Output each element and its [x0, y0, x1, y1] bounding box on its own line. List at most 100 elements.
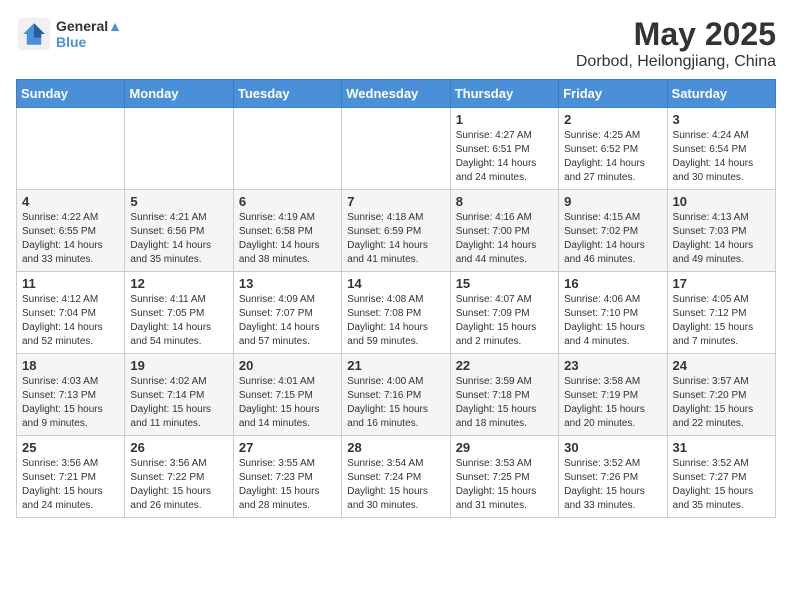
day-number: 14: [347, 276, 444, 291]
day-info: Sunrise: 3:59 AM Sunset: 7:18 PM Dayligh…: [456, 375, 553, 431]
day-number: 30: [564, 440, 661, 455]
title-block: May 2025 Dorbod, Heilongjiang, China: [576, 16, 776, 71]
logo: General▲ Blue: [16, 16, 122, 52]
day-info: Sunrise: 4:22 AM Sunset: 6:55 PM Dayligh…: [22, 211, 119, 267]
calendar-cell: 23 Sunrise: 3:58 AM Sunset: 7:19 PM Dayli…: [559, 354, 667, 436]
day-number: 13: [239, 276, 336, 291]
calendar-cell: 2Sunrise: 4:25 AM Sunset: 6:52 PM Daylig…: [559, 108, 667, 190]
calendar-cell: 19 Sunrise: 4:02 AM Sunset: 7:14 PM Dayli…: [125, 354, 233, 436]
day-info: Sunrise: 4:27 AM Sunset: 6:51 PM Dayligh…: [456, 129, 553, 185]
calendar-cell: 21 Sunrise: 4:00 AM Sunset: 7:16 PM Dayli…: [342, 354, 450, 436]
weekday-header-tuesday: Tuesday: [233, 80, 341, 108]
calendar-week-1: 1 Sunrise: 4:27 AM Sunset: 6:51 PM Daylig…: [17, 108, 776, 190]
day-info: Sunrise: 4:08 AM Sunset: 7:08 PM Dayligh…: [347, 293, 444, 349]
day-info: Sunrise: 3:57 AM Sunset: 7:20 PM Dayligh…: [673, 375, 770, 431]
calendar-cell: 7 Sunrise: 4:18 AM Sunset: 6:59 PM Daylig…: [342, 190, 450, 272]
calendar-cell: 31Sunrise: 3:52 AM Sunset: 7:27 PM Dayli…: [667, 436, 775, 518]
day-number: 22: [456, 358, 553, 373]
day-number: 21: [347, 358, 444, 373]
day-number: 15: [456, 276, 553, 291]
calendar-cell: [125, 108, 233, 190]
calendar-cell: [342, 108, 450, 190]
calendar-cell: 28 Sunrise: 3:54 AM Sunset: 7:24 PM Dayli…: [342, 436, 450, 518]
day-info: Sunrise: 4:00 AM Sunset: 7:16 PM Dayligh…: [347, 375, 444, 431]
logo-icon: [16, 16, 52, 52]
logo-text: General▲ Blue: [56, 18, 122, 50]
weekday-header-monday: Monday: [125, 80, 233, 108]
day-info: Sunrise: 4:25 AM Sunset: 6:52 PM Dayligh…: [564, 129, 661, 185]
day-number: 23: [564, 358, 661, 373]
calendar-cell: 6 Sunrise: 4:19 AM Sunset: 6:58 PM Daylig…: [233, 190, 341, 272]
day-info: Sunrise: 4:12 AM Sunset: 7:04 PM Dayligh…: [22, 293, 119, 349]
calendar-header: SundayMondayTuesdayWednesdayThursdayFrid…: [17, 80, 776, 108]
day-info: Sunrise: 3:54 AM Sunset: 7:24 PM Dayligh…: [347, 457, 444, 513]
day-number: 19: [130, 358, 227, 373]
calendar-week-5: 25 Sunrise: 3:56 AM Sunset: 7:21 PM Dayli…: [17, 436, 776, 518]
day-number: 26: [130, 440, 227, 455]
calendar-cell: 15 Sunrise: 4:07 AM Sunset: 7:09 PM Dayli…: [450, 272, 558, 354]
day-number: 16: [564, 276, 661, 291]
day-number: 25: [22, 440, 119, 455]
weekday-header-thursday: Thursday: [450, 80, 558, 108]
day-number: 27: [239, 440, 336, 455]
day-info: Sunrise: 3:52 AM Sunset: 7:26 PM Dayligh…: [564, 457, 661, 513]
calendar-cell: [17, 108, 125, 190]
day-number: 6: [239, 194, 336, 209]
day-number: 31: [673, 440, 770, 455]
day-number: 28: [347, 440, 444, 455]
day-number: 3: [673, 112, 770, 127]
day-info: Sunrise: 3:58 AM Sunset: 7:19 PM Dayligh…: [564, 375, 661, 431]
calendar-cell: 24Sunrise: 3:57 AM Sunset: 7:20 PM Dayli…: [667, 354, 775, 436]
page-title: May 2025: [576, 16, 776, 53]
calendar-cell: 12 Sunrise: 4:11 AM Sunset: 7:05 PM Dayli…: [125, 272, 233, 354]
day-info: Sunrise: 4:01 AM Sunset: 7:15 PM Dayligh…: [239, 375, 336, 431]
calendar-cell: 25 Sunrise: 3:56 AM Sunset: 7:21 PM Dayli…: [17, 436, 125, 518]
calendar-cell: 4Sunrise: 4:22 AM Sunset: 6:55 PM Daylig…: [17, 190, 125, 272]
day-info: Sunrise: 3:55 AM Sunset: 7:23 PM Dayligh…: [239, 457, 336, 513]
calendar-cell: 3 Sunrise: 4:24 AM Sunset: 6:54 PM Daylig…: [667, 108, 775, 190]
day-info: Sunrise: 3:56 AM Sunset: 7:21 PM Dayligh…: [22, 457, 119, 513]
day-info: Sunrise: 4:02 AM Sunset: 7:14 PM Dayligh…: [130, 375, 227, 431]
calendar-cell: 18Sunrise: 4:03 AM Sunset: 7:13 PM Dayli…: [17, 354, 125, 436]
calendar-cell: 10 Sunrise: 4:13 AM Sunset: 7:03 PM Dayli…: [667, 190, 775, 272]
calendar-cell: 8Sunrise: 4:16 AM Sunset: 7:00 PM Daylig…: [450, 190, 558, 272]
weekday-header-sunday: Sunday: [17, 80, 125, 108]
day-info: Sunrise: 4:21 AM Sunset: 6:56 PM Dayligh…: [130, 211, 227, 267]
calendar-cell: 30 Sunrise: 3:52 AM Sunset: 7:26 PM Dayli…: [559, 436, 667, 518]
calendar-cell: 26 Sunrise: 3:56 AM Sunset: 7:22 PM Dayli…: [125, 436, 233, 518]
day-info: Sunrise: 3:53 AM Sunset: 7:25 PM Dayligh…: [456, 457, 553, 513]
weekday-header-wednesday: Wednesday: [342, 80, 450, 108]
day-info: Sunrise: 4:19 AM Sunset: 6:58 PM Dayligh…: [239, 211, 336, 267]
day-number: 11: [22, 276, 119, 291]
day-info: Sunrise: 3:56 AM Sunset: 7:22 PM Dayligh…: [130, 457, 227, 513]
calendar-cell: 14 Sunrise: 4:08 AM Sunset: 7:08 PM Dayli…: [342, 272, 450, 354]
day-info: Sunrise: 4:07 AM Sunset: 7:09 PM Dayligh…: [456, 293, 553, 349]
day-info: Sunrise: 4:18 AM Sunset: 6:59 PM Dayligh…: [347, 211, 444, 267]
calendar-cell: 11 Sunrise: 4:12 AM Sunset: 7:04 PM Dayli…: [17, 272, 125, 354]
calendar-cell: 9Sunrise: 4:15 AM Sunset: 7:02 PM Daylig…: [559, 190, 667, 272]
calendar-week-4: 18Sunrise: 4:03 AM Sunset: 7:13 PM Dayli…: [17, 354, 776, 436]
calendar-cell: 27 Sunrise: 3:55 AM Sunset: 7:23 PM Dayli…: [233, 436, 341, 518]
calendar-cell: 13 Sunrise: 4:09 AM Sunset: 7:07 PM Dayli…: [233, 272, 341, 354]
day-number: 12: [130, 276, 227, 291]
day-number: 10: [673, 194, 770, 209]
day-info: Sunrise: 4:09 AM Sunset: 7:07 PM Dayligh…: [239, 293, 336, 349]
day-number: 8: [456, 194, 553, 209]
calendar-week-2: 4Sunrise: 4:22 AM Sunset: 6:55 PM Daylig…: [17, 190, 776, 272]
page-header: General▲ Blue May 2025 Dorbod, Heilongji…: [16, 16, 776, 71]
day-info: Sunrise: 4:24 AM Sunset: 6:54 PM Dayligh…: [673, 129, 770, 185]
day-number: 5: [130, 194, 227, 209]
day-info: Sunrise: 4:03 AM Sunset: 7:13 PM Dayligh…: [22, 375, 119, 431]
calendar-cell: 5 Sunrise: 4:21 AM Sunset: 6:56 PM Daylig…: [125, 190, 233, 272]
day-info: Sunrise: 4:11 AM Sunset: 7:05 PM Dayligh…: [130, 293, 227, 349]
day-number: 1: [456, 112, 553, 127]
day-info: Sunrise: 4:13 AM Sunset: 7:03 PM Dayligh…: [673, 211, 770, 267]
day-number: 29: [456, 440, 553, 455]
weekday-header-friday: Friday: [559, 80, 667, 108]
calendar-cell: 29 Sunrise: 3:53 AM Sunset: 7:25 PM Dayli…: [450, 436, 558, 518]
page-subtitle: Dorbod, Heilongjiang, China: [576, 53, 776, 71]
calendar-cell: 17Sunrise: 4:05 AM Sunset: 7:12 PM Dayli…: [667, 272, 775, 354]
calendar-week-3: 11 Sunrise: 4:12 AM Sunset: 7:04 PM Dayli…: [17, 272, 776, 354]
calendar-cell: 22 Sunrise: 3:59 AM Sunset: 7:18 PM Dayli…: [450, 354, 558, 436]
day-number: 7: [347, 194, 444, 209]
